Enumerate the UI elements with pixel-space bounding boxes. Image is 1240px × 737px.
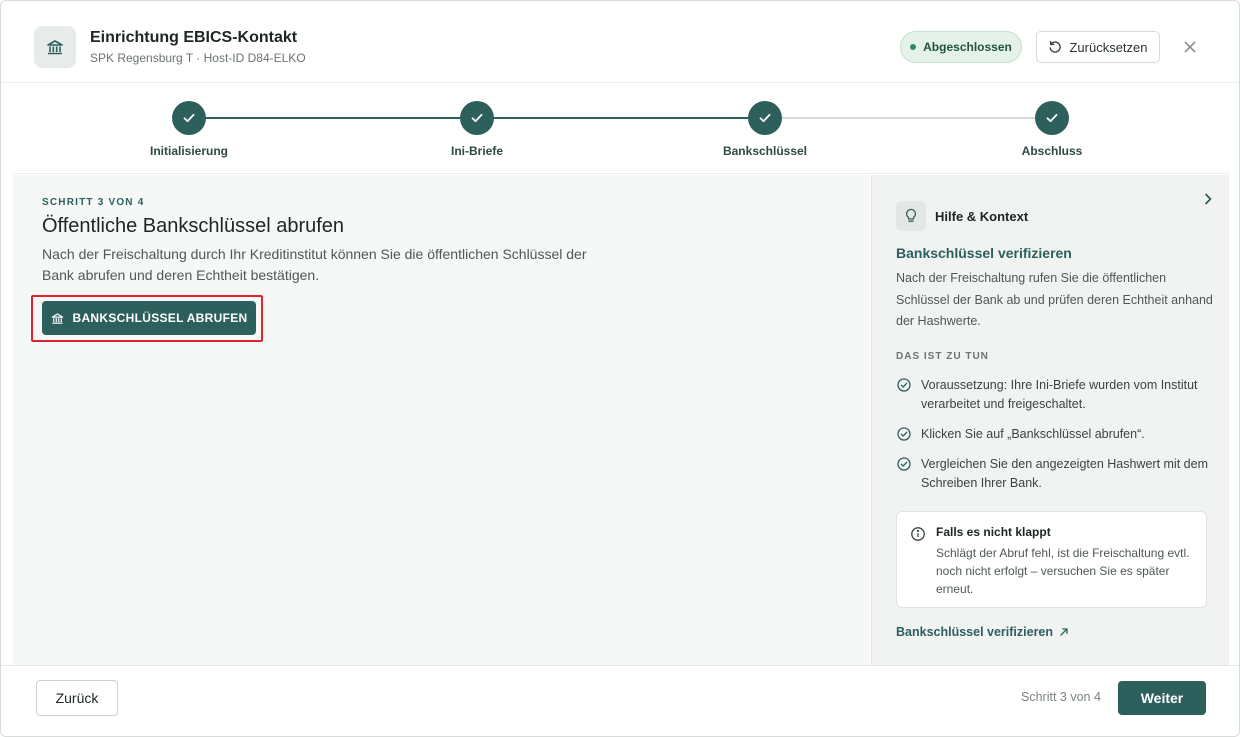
note-text: Schlägt der Abruf fehl, ist die Freischa… xyxy=(936,546,1190,596)
help-panel-heading: Hilfe & Kontext xyxy=(935,209,1029,224)
info-icon xyxy=(911,527,925,541)
note-title: Falls es nicht klappt xyxy=(936,525,1051,539)
back-button[interactable]: Zurück xyxy=(36,680,118,716)
dialog-title: Einrichtung EBICS-Kontakt xyxy=(90,29,298,46)
help-panel: Hilfe & Kontext Bankschlüssel verifizier… xyxy=(871,175,1229,665)
step-1-label[interactable]: Initialisierung xyxy=(109,144,269,158)
close-icon xyxy=(1184,41,1196,53)
lightbulb-icon xyxy=(896,201,926,231)
status-badge: Abgeschlossen xyxy=(900,31,1022,63)
todo-item: Voraussetzung: Ihre Ini-Briefe wurden vo… xyxy=(896,376,1216,413)
reset-button-label: Zurücksetzen xyxy=(1069,39,1148,55)
todo-item: Klicken Sie auf „Bankschlüssel abrufen“. xyxy=(896,425,1216,444)
step-3-check-icon[interactable] xyxy=(748,101,782,135)
todo-item: Vergleichen Sie den angezeigten Hashwert… xyxy=(896,455,1216,492)
check-circle-icon xyxy=(897,378,911,392)
verify-bank-keys-link[interactable]: Bankschlüssel verifizieren xyxy=(896,625,1069,639)
fetch-bank-keys-label: BANKSCHLÜSSEL ABRUFEN xyxy=(72,311,248,325)
step-description: Nach der Freischaltung durch Ihr Krediti… xyxy=(42,246,587,283)
step-2-label[interactable]: Ini-Briefe xyxy=(397,144,557,158)
collapse-panel-button[interactable] xyxy=(1200,191,1216,207)
external-link-icon xyxy=(1060,628,1068,636)
verify-bank-keys-link-label: Bankschlüssel verifizieren xyxy=(896,625,1054,639)
dialog-header: Einrichtung EBICS-Kontakt SPK Regensburg… xyxy=(1,1,1239,83)
dialog-footer: Zurück Schritt 3 von 4 Weiter xyxy=(1,665,1239,736)
progress-stepper: Initialisierung Ini-Briefe Bankschlüssel… xyxy=(13,84,1229,174)
step-kicker: SCHRITT 3 VON 4 xyxy=(42,197,145,208)
bank-icon xyxy=(34,26,76,68)
reset-button[interactable]: Zurücksetzen xyxy=(1036,31,1160,63)
todo-item-text: Voraussetzung: Ihre Ini-Briefe wurden vo… xyxy=(921,378,1198,411)
status-dot-icon xyxy=(910,44,917,50)
step-4-label[interactable]: Abschluss xyxy=(972,144,1132,158)
setup-dialog: Einrichtung EBICS-Kontakt SPK Regensburg… xyxy=(0,0,1240,737)
help-panel-subtitle: Bankschlüssel verifizieren xyxy=(896,245,1072,261)
stepper-line-pending xyxy=(765,117,1053,119)
close-button[interactable] xyxy=(1179,36,1201,58)
step-content: SCHRITT 3 VON 4 Öffentliche Bankschlüsse… xyxy=(13,175,870,665)
todo-title: DAS IST ZU TUN xyxy=(896,351,989,362)
step-progress-text: Schritt 3 von 4 xyxy=(1021,690,1101,704)
status-badge-label: Abgeschlossen xyxy=(923,40,1012,54)
step-4-check-icon[interactable] xyxy=(1035,101,1069,135)
bank-icon xyxy=(51,312,63,324)
step-3-label[interactable]: Bankschlüssel xyxy=(685,144,845,158)
troubleshooting-note: Falls es nicht klappt Schlägt der Abruf … xyxy=(896,511,1207,608)
todo-item-text: Vergleichen Sie den angezeigten Hashwert… xyxy=(921,457,1208,490)
step-1-check-icon[interactable] xyxy=(172,101,206,135)
check-circle-icon xyxy=(897,457,911,471)
refresh-icon xyxy=(1049,40,1062,53)
step-title: Öffentliche Bankschlüssel abrufen xyxy=(42,215,345,237)
check-circle-icon xyxy=(897,427,911,441)
fetch-bank-keys-button[interactable]: BANKSCHLÜSSEL ABRUFEN xyxy=(42,301,256,335)
step-2-check-icon[interactable] xyxy=(460,101,494,135)
help-panel-description: Nach der Freischaltung rufen Sie die öff… xyxy=(896,271,1213,328)
dialog-subtitle: SPK Regensburg T · Host-ID D84-ELKO xyxy=(90,51,306,65)
chevron-right-icon xyxy=(1205,193,1212,205)
todo-item-text: Klicken Sie auf „Bankschlüssel abrufen“. xyxy=(921,427,1145,441)
next-button[interactable]: Weiter xyxy=(1118,681,1206,715)
